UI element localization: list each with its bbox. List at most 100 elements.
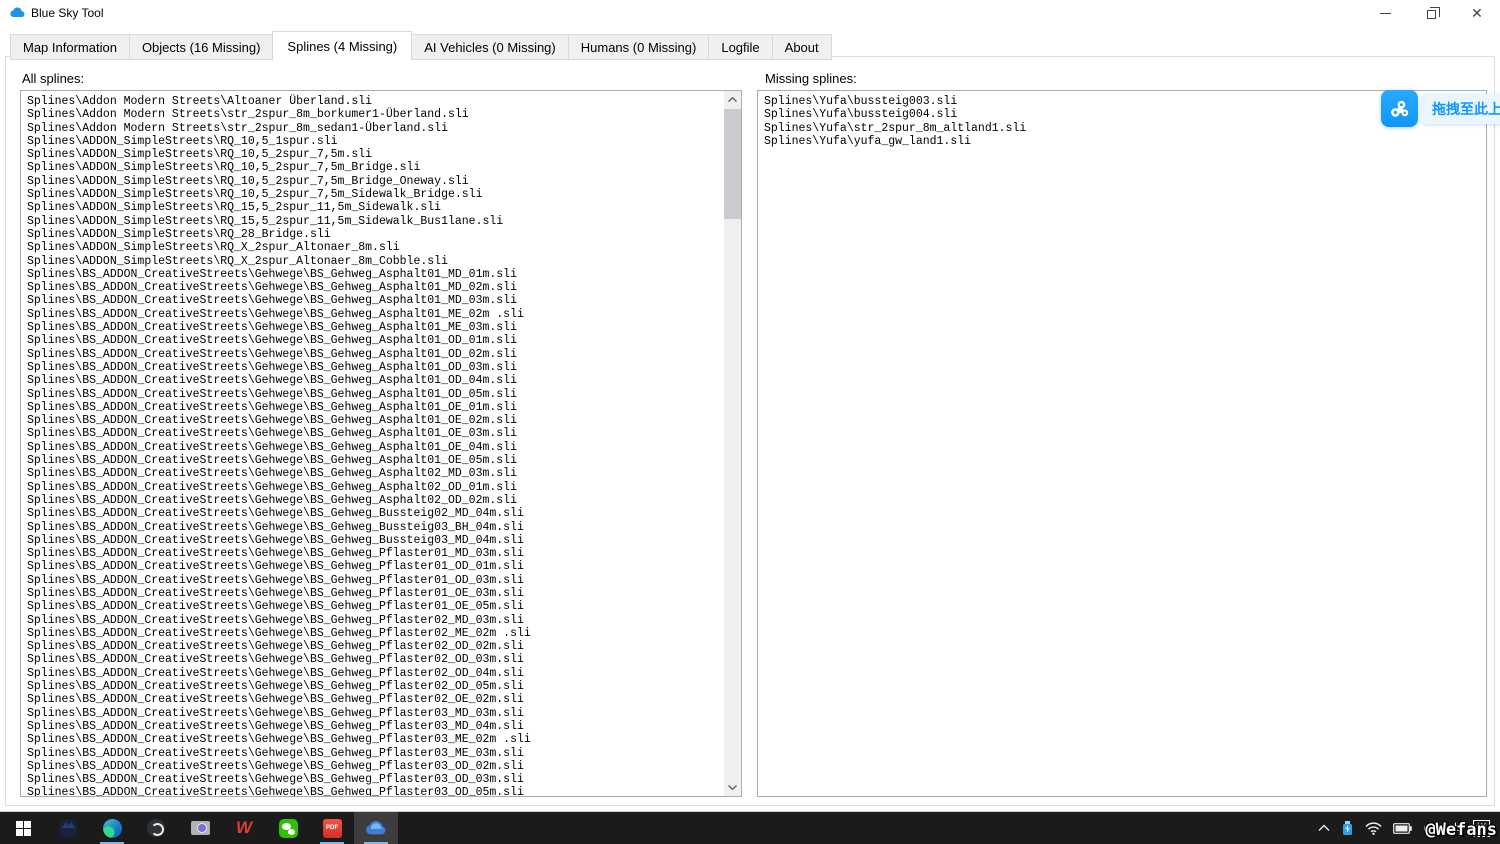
baidu-netdisk-icon: [1381, 90, 1418, 127]
taskbar-apps: W PDF: [0, 812, 398, 844]
spline-path-row: Splines\BS_ADDON_CreativeStreets\Gehwege…: [27, 574, 724, 587]
tab-about[interactable]: About: [772, 34, 832, 60]
spline-path-row: Splines\BS_ADDON_CreativeStreets\Gehwege…: [27, 361, 724, 374]
app-cloud-icon: [9, 5, 25, 21]
close-button[interactable]: ✕: [1454, 0, 1500, 26]
scroll-down-button[interactable]: [724, 779, 741, 796]
netdisk-upload-badge[interactable]: 拖拽至此上传: [1381, 90, 1500, 127]
tab-splines[interactable]: Splines (4 Missing): [272, 31, 412, 61]
spline-path-row: Splines\BS_ADDON_CreativeStreets\Gehwege…: [27, 281, 724, 294]
taskbar-pdf-icon[interactable]: PDF: [310, 812, 354, 844]
spline-path-row: Splines\BS_ADDON_CreativeStreets\Gehwege…: [27, 414, 724, 427]
spline-path-row: Splines\BS_ADDON_CreativeStreets\Gehwege…: [27, 667, 724, 680]
usb-device-icon[interactable]: [1341, 820, 1354, 836]
spline-path-row: Splines\BS_ADDON_CreativeStreets\Gehwege…: [27, 374, 724, 387]
tab-objects[interactable]: Objects (16 Missing): [129, 34, 273, 60]
spline-path-row: Splines\BS_ADDON_CreativeStreets\Gehwege…: [27, 348, 724, 361]
missing-splines-list: Splines\Yufa\bussteig003.sliSplines\Yufa…: [758, 91, 1486, 796]
spline-path-row: Splines\BS_ADDON_CreativeStreets\Gehwege…: [27, 534, 724, 547]
spline-path-row: Splines\BS_ADDON_CreativeStreets\Gehwege…: [27, 308, 724, 321]
window-controls: ✕: [1362, 0, 1500, 26]
spline-path-row: Splines\Addon Modern Streets\Altoaner Üb…: [27, 95, 724, 108]
spline-path-row: Splines\BS_ADDON_CreativeStreets\Gehwege…: [27, 680, 724, 693]
spline-path-row: Splines\BS_ADDON_CreativeStreets\Gehwege…: [27, 454, 724, 467]
spline-path-row: Splines\ADDON_SimpleStreets\RQ_10,5_2spu…: [27, 175, 724, 188]
spline-path-row: Splines\BS_ADDON_CreativeStreets\Gehwege…: [27, 401, 724, 414]
windows-logo-icon: [16, 821, 31, 836]
tab-logfile[interactable]: Logfile: [708, 34, 772, 60]
drag-upload-label: 拖拽至此上传: [1422, 94, 1500, 124]
desktop-screen: Blue Sky Tool ✕ Map Information Objects …: [0, 0, 1500, 844]
spline-path-row: Splines\ADDON_SimpleStreets\RQ_X_2spur_A…: [27, 255, 724, 268]
spline-path-row: Splines\ADDON_SimpleStreets\RQ_X_2spur_A…: [27, 241, 724, 254]
taskbar-wechat-icon[interactable]: [266, 812, 310, 844]
taskbar: W PDF: [0, 811, 1500, 844]
spline-path-row: Splines\ADDON_SimpleStreets\RQ_10,5_1spu…: [27, 135, 724, 148]
spline-path-row: Splines\BS_ADDON_CreativeStreets\Gehwege…: [27, 427, 724, 440]
spline-path-row: Splines\BS_ADDON_CreativeStreets\Gehwege…: [27, 747, 724, 760]
battery-icon[interactable]: [1393, 823, 1412, 834]
missing-spline-row: Splines\Yufa\bussteig003.sli: [764, 95, 1486, 108]
spline-path-row: Splines\ADDON_SimpleStreets\RQ_15,5_2spu…: [27, 201, 724, 214]
spline-path-row: Splines\BS_ADDON_CreativeStreets\Gehwege…: [27, 720, 724, 733]
spline-path-row: Splines\BS_ADDON_CreativeStreets\Gehwege…: [27, 693, 724, 706]
scrollbar-thumb[interactable]: [724, 109, 741, 219]
spline-path-row: Splines\ADDON_SimpleStreets\RQ_28_Bridge…: [27, 228, 724, 241]
title-bar: Blue Sky Tool ✕: [0, 0, 1500, 26]
missing-splines-listbox[interactable]: Splines\Yufa\bussteig003.sliSplines\Yufa…: [757, 90, 1487, 797]
missing-spline-row: Splines\Yufa\bussteig004.sli: [764, 108, 1486, 121]
spline-path-row: Splines\BS_ADDON_CreativeStreets\Gehwege…: [27, 560, 724, 573]
missing-spline-row: Splines\Yufa\str_2spur_8m_altland1.sli: [764, 122, 1486, 135]
spline-path-row: Splines\BS_ADDON_CreativeStreets\Gehwege…: [27, 640, 724, 653]
all-splines-list: Splines\Addon Modern Streets\Altoaner Üb…: [21, 91, 724, 796]
spline-path-row: Splines\BS_ADDON_CreativeStreets\Gehwege…: [27, 547, 724, 560]
spline-path-row: Splines\BS_ADDON_CreativeStreets\Gehwege…: [27, 760, 724, 773]
spline-path-row: Splines\BS_ADDON_CreativeStreets\Gehwege…: [27, 388, 724, 401]
tray-chevron-icon[interactable]: [1318, 824, 1330, 832]
spline-path-row: Splines\BS_ADDON_CreativeStreets\Gehwege…: [27, 707, 724, 720]
spline-path-row: Splines\BS_ADDON_CreativeStreets\Gehwege…: [27, 321, 724, 334]
tab-map-information[interactable]: Map Information: [10, 34, 130, 60]
taskbar-media-app-icon[interactable]: [134, 812, 178, 844]
spline-path-row: Splines\BS_ADDON_CreativeStreets\Gehwege…: [27, 587, 724, 600]
tab-humans[interactable]: Humans (0 Missing): [568, 34, 710, 60]
taskbar-netdisk-icon[interactable]: [354, 812, 398, 844]
spline-path-row: Splines\BS_ADDON_CreativeStreets\Gehwege…: [27, 494, 724, 507]
vertical-scrollbar[interactable]: [724, 91, 741, 796]
spline-path-row: Splines\ADDON_SimpleStreets\RQ_10,5_2spu…: [27, 188, 724, 201]
spline-path-row: Splines\BS_ADDON_CreativeStreets\Gehwege…: [27, 521, 724, 534]
taskbar-camera-icon[interactable]: [178, 812, 222, 844]
restore-button[interactable]: [1408, 0, 1454, 26]
minimize-button[interactable]: [1362, 0, 1408, 26]
start-button[interactable]: [0, 812, 46, 844]
spline-path-row: Splines\Addon Modern Streets\str_2spur_8…: [27, 108, 724, 121]
all-splines-listbox[interactable]: Splines\Addon Modern Streets\Altoaner Üb…: [20, 90, 742, 797]
spline-path-row: Splines\ADDON_SimpleStreets\RQ_15,5_2spu…: [27, 215, 724, 228]
spline-path-row: Splines\BS_ADDON_CreativeStreets\Gehwege…: [27, 441, 724, 454]
spline-path-row: Splines\BS_ADDON_CreativeStreets\Gehwege…: [27, 294, 724, 307]
spline-path-row: Splines\BS_ADDON_CreativeStreets\Gehwege…: [27, 268, 724, 281]
spline-path-row: Splines\BS_ADDON_CreativeStreets\Gehwege…: [27, 467, 724, 480]
spline-path-row: Splines\Addon Modern Streets\str_2spur_8…: [27, 122, 724, 135]
taskbar-edge-icon[interactable]: [90, 812, 134, 844]
cloud-app-icon: [365, 820, 387, 836]
spline-path-row: Splines\BS_ADDON_CreativeStreets\Gehwege…: [27, 507, 724, 520]
missing-splines-label: Missing splines:: [765, 71, 857, 86]
spline-path-row: Splines\BS_ADDON_CreativeStreets\Gehwege…: [27, 627, 724, 640]
taskbar-cat-app-icon[interactable]: [46, 812, 90, 844]
window-title: Blue Sky Tool: [31, 6, 104, 20]
spline-path-row: Splines\ADDON_SimpleStreets\RQ_10,5_2spu…: [27, 161, 724, 174]
taskbar-empty-area: [398, 812, 1318, 844]
spline-path-row: Splines\BS_ADDON_CreativeStreets\Gehwege…: [27, 600, 724, 613]
spline-path-row: Splines\ADDON_SimpleStreets\RQ_10,5_2spu…: [27, 148, 724, 161]
scroll-up-button[interactable]: [724, 91, 741, 108]
wifi-icon[interactable]: [1365, 822, 1382, 835]
all-splines-label: All splines:: [22, 71, 84, 86]
spline-path-row: Splines\BS_ADDON_CreativeStreets\Gehwege…: [27, 733, 724, 746]
spline-path-row: Splines\BS_ADDON_CreativeStreets\Gehwege…: [27, 481, 724, 494]
tab-ai-vehicles[interactable]: AI Vehicles (0 Missing): [411, 34, 569, 60]
tab-strip: Map Information Objects (16 Missing) Spl…: [10, 31, 832, 60]
spline-path-row: Splines\BS_ADDON_CreativeStreets\Gehwege…: [27, 614, 724, 627]
taskbar-wps-icon[interactable]: W: [222, 812, 266, 844]
spline-path-row: Splines\BS_ADDON_CreativeStreets\Gehwege…: [27, 653, 724, 666]
